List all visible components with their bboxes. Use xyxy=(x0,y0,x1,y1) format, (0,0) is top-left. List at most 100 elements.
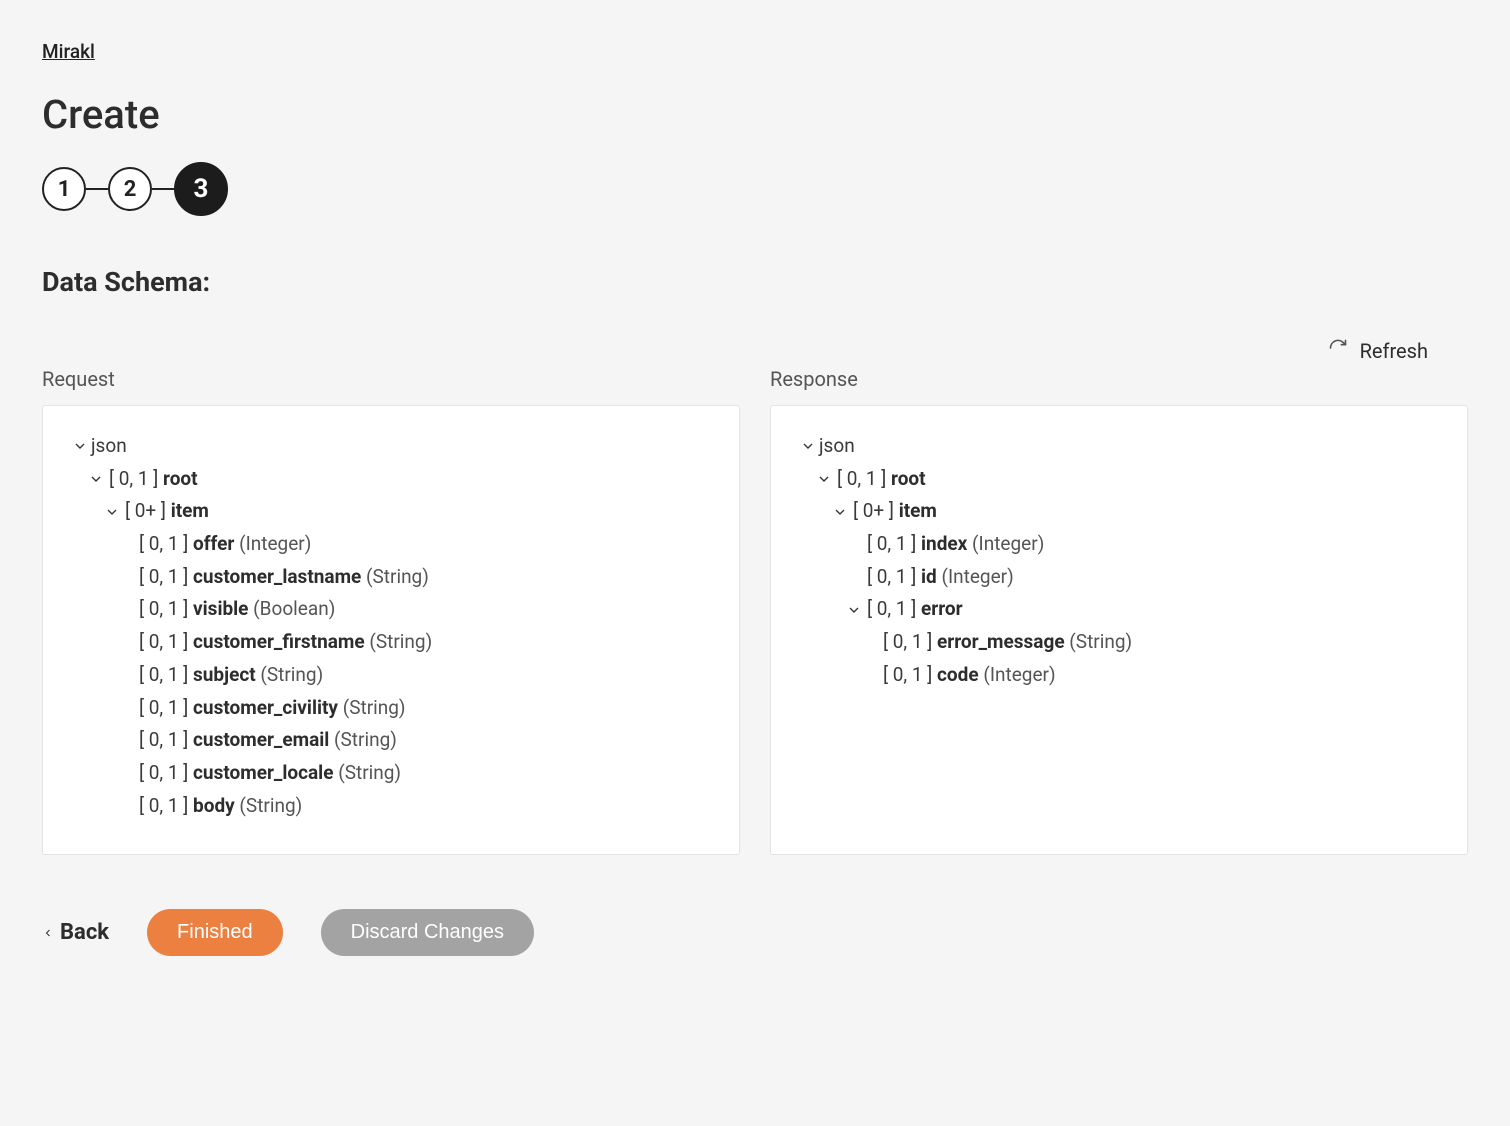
chevron-down-icon xyxy=(101,504,123,520)
field-name: body xyxy=(193,794,235,819)
field-name: id xyxy=(921,565,937,590)
field-name: error_message xyxy=(937,630,1065,655)
back-label: Back xyxy=(60,920,109,945)
field-type: (String) xyxy=(256,663,324,688)
tree-row[interactable]: [ 0, 1 ] error xyxy=(843,593,1441,626)
tree-row: [ 0, 1 ] body (String) xyxy=(115,790,713,823)
field-name: customer_firstname xyxy=(193,630,365,655)
back-button[interactable]: Back xyxy=(42,920,109,945)
response-tree[interactable]: json[ 0, 1 ] root[ 0+ ] item[ 0, 1 ] ind… xyxy=(771,406,1467,854)
chevron-down-icon xyxy=(843,602,865,618)
cardinality-label: [ 0, 1 ] xyxy=(139,663,193,688)
field-name: index xyxy=(921,532,967,557)
cardinality-label: [ 0, 1 ] xyxy=(139,565,193,590)
cardinality-label: [ 0, 1 ] xyxy=(883,630,937,655)
cardinality-label: [ 0, 1 ] xyxy=(139,630,193,655)
tree-row[interactable]: [ 0, 1 ] root xyxy=(813,463,1441,496)
tree-row: [ 0, 1 ] code (Integer) xyxy=(859,659,1441,692)
cardinality-label: [ 0+ ] xyxy=(853,499,899,524)
field-name: visible xyxy=(193,597,248,622)
step-1[interactable]: 1 xyxy=(42,167,86,211)
cardinality-label: [ 0, 1 ] xyxy=(109,467,163,492)
chevron-down-icon xyxy=(813,471,835,487)
field-type: (Boolean) xyxy=(248,597,335,622)
tree-row[interactable]: [ 0+ ] item xyxy=(829,495,1441,528)
tree-row: [ 0, 1 ] subject (String) xyxy=(115,659,713,692)
tree-row[interactable]: json xyxy=(69,430,713,463)
tree-row[interactable]: json xyxy=(797,430,1441,463)
field-type: (String) xyxy=(1065,630,1133,655)
field-type: (Integer) xyxy=(234,532,311,557)
field-name: item xyxy=(171,499,209,524)
step-2[interactable]: 2 xyxy=(108,167,152,211)
field-type: (Integer) xyxy=(979,663,1056,688)
tree-row[interactable]: [ 0+ ] item xyxy=(101,495,713,528)
tree-row: [ 0, 1 ] visible (Boolean) xyxy=(115,593,713,626)
response-panel: json[ 0, 1 ] root[ 0+ ] item[ 0, 1 ] ind… xyxy=(770,405,1468,855)
request-label: Request xyxy=(42,367,740,391)
tree-row: [ 0, 1 ] offer (Integer) xyxy=(115,528,713,561)
cardinality-label: [ 0, 1 ] xyxy=(883,663,937,688)
field-name: offer xyxy=(193,532,234,557)
field-name: code xyxy=(937,663,979,688)
tree-row: [ 0, 1 ] customer_locale (String) xyxy=(115,757,713,790)
request-tree[interactable]: json[ 0, 1 ] root[ 0+ ] item[ 0, 1 ] off… xyxy=(43,406,739,854)
cardinality-label: [ 0, 1 ] xyxy=(867,565,921,590)
refresh-label: Refresh xyxy=(1360,339,1428,363)
cardinality-label: [ 0, 1 ] xyxy=(139,794,193,819)
field-type: (String) xyxy=(235,794,303,819)
refresh-button[interactable]: Refresh xyxy=(1328,338,1428,363)
field-type: (String) xyxy=(338,696,406,721)
cardinality-label: [ 0, 1 ] xyxy=(867,532,921,557)
tree-row: [ 0, 1 ] error_message (String) xyxy=(859,626,1441,659)
finished-button[interactable]: Finished xyxy=(147,909,283,956)
field-type: (Integer) xyxy=(937,565,1014,590)
request-panel: json[ 0, 1 ] root[ 0+ ] item[ 0, 1 ] off… xyxy=(42,405,740,855)
cardinality-label: [ 0, 1 ] xyxy=(139,728,193,753)
section-title: Data Schema: xyxy=(42,266,1468,298)
field-type: (String) xyxy=(329,728,397,753)
field-name: customer_email xyxy=(193,728,329,753)
step-connector xyxy=(86,188,108,190)
field-type: (String) xyxy=(361,565,429,590)
chevron-left-icon xyxy=(42,920,54,945)
field-name: error xyxy=(921,597,963,622)
discard-button[interactable]: Discard Changes xyxy=(321,909,534,956)
field-type: (Integer) xyxy=(967,532,1044,557)
chevron-down-icon xyxy=(797,438,819,454)
chevron-down-icon xyxy=(69,438,91,454)
step-connector xyxy=(152,188,174,190)
chevron-down-icon xyxy=(85,471,107,487)
chevron-down-icon xyxy=(829,504,851,520)
tree-row: [ 0, 1 ] customer_lastname (String) xyxy=(115,561,713,594)
tree-row[interactable]: [ 0, 1 ] root xyxy=(85,463,713,496)
page-title: Create xyxy=(42,91,1468,138)
stepper: 1 2 3 xyxy=(42,162,1468,216)
field-name: json xyxy=(819,434,855,459)
step-3[interactable]: 3 xyxy=(174,162,228,216)
field-name: root xyxy=(163,467,198,492)
cardinality-label: [ 0, 1 ] xyxy=(139,597,193,622)
cardinality-label: [ 0, 1 ] xyxy=(139,761,193,786)
field-name: customer_civility xyxy=(193,696,338,721)
field-type: (String) xyxy=(333,761,401,786)
field-name: root xyxy=(891,467,926,492)
field-name: subject xyxy=(193,663,256,688)
breadcrumb-link-mirakl[interactable]: Mirakl xyxy=(42,40,95,63)
field-name: item xyxy=(899,499,937,524)
field-name: customer_locale xyxy=(193,761,333,786)
cardinality-label: [ 0, 1 ] xyxy=(139,696,193,721)
tree-row: [ 0, 1 ] customer_email (String) xyxy=(115,724,713,757)
tree-row: [ 0, 1 ] customer_firstname (String) xyxy=(115,626,713,659)
refresh-icon xyxy=(1328,338,1348,363)
cardinality-label: [ 0, 1 ] xyxy=(139,532,193,557)
field-name: json xyxy=(91,434,127,459)
response-label: Response xyxy=(770,367,1468,391)
cardinality-label: [ 0, 1 ] xyxy=(867,597,921,622)
tree-row: [ 0, 1 ] customer_civility (String) xyxy=(115,692,713,725)
tree-row: [ 0, 1 ] id (Integer) xyxy=(843,561,1441,594)
field-name: customer_lastname xyxy=(193,565,361,590)
cardinality-label: [ 0, 1 ] xyxy=(837,467,891,492)
tree-row: [ 0, 1 ] index (Integer) xyxy=(843,528,1441,561)
cardinality-label: [ 0+ ] xyxy=(125,499,171,524)
